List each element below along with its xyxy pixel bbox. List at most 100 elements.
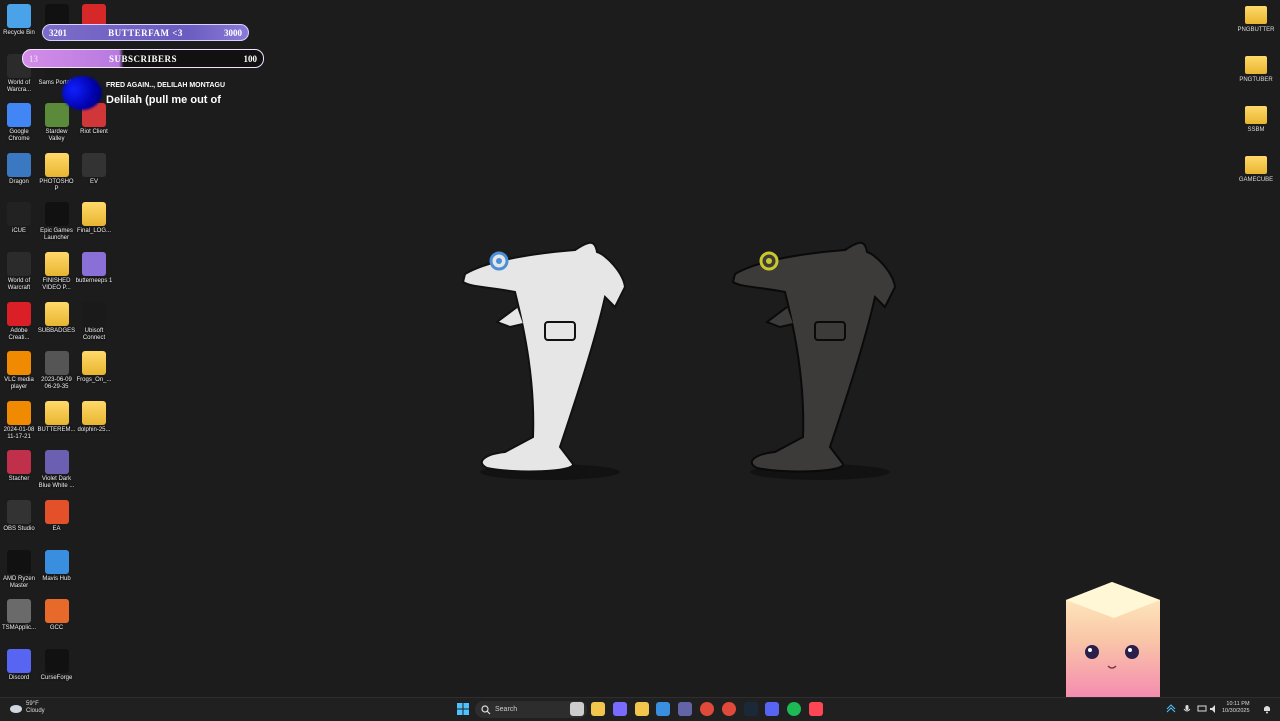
desktop-icon[interactable]: Violet Dark Blue White ... bbox=[38, 450, 76, 490]
chrome-icon[interactable] bbox=[700, 702, 714, 716]
desktop-icon-label: World of Warcraft bbox=[7, 278, 31, 291]
steam-icon[interactable] bbox=[743, 702, 758, 716]
windows-start-icon[interactable] bbox=[456, 702, 470, 716]
desktop-icon[interactable]: AMD Ryzen Master bbox=[0, 549, 38, 590]
desktop-icon[interactable]: Stacher bbox=[0, 450, 38, 483]
file-explorer-icon[interactable] bbox=[591, 702, 605, 716]
search-icon bbox=[481, 704, 491, 714]
desktop-icon[interactable]: Recycle Bin bbox=[0, 4, 38, 37]
desktop-icon[interactable]: TSMApplic... bbox=[0, 599, 38, 632]
desktop-icon[interactable]: 2023-06-09 06-29-35 bbox=[38, 351, 76, 391]
desktop-icon[interactable]: Mavis Hub bbox=[38, 549, 76, 583]
desktop-icon[interactable]: VLC media player bbox=[0, 351, 38, 391]
desktop-icon[interactable]: Epic Games Launcher bbox=[38, 202, 76, 242]
folder-icon[interactable] bbox=[634, 702, 649, 716]
mavis-icon bbox=[44, 549, 69, 574]
wallpaper-dark-figure bbox=[731, 241, 897, 480]
tray-volume-icon[interactable] bbox=[1207, 702, 1221, 716]
desktop-icon-label: Final_LOG... bbox=[76, 228, 111, 235]
discord-icon bbox=[7, 648, 31, 673]
desktop-icon[interactable]: iCUE bbox=[0, 202, 38, 235]
desktop-icon-label: FINISHED VIDEO P... bbox=[42, 278, 71, 291]
teams-icon[interactable] bbox=[678, 702, 693, 716]
chrome-icon[interactable] bbox=[721, 702, 736, 716]
desktop: Recycle Bin World of Warcra... Sams Portab… bbox=[0, 0, 1280, 697]
desktop-icon[interactable]: butterneeps 1 bbox=[75, 252, 113, 285]
desktop-icon-label: Violet Dark Blue White ... bbox=[38, 476, 75, 490]
desktop-icon-label: Dragon bbox=[9, 178, 29, 185]
desktop-icon-label: World of Warcra... bbox=[6, 79, 32, 93]
desktop-icon-label: Google Chrome bbox=[8, 129, 30, 143]
now-playing-title: Delilah (pull me out of bbox=[106, 94, 221, 106]
wow-icon bbox=[7, 252, 31, 276]
goal-label: SUBSCRIBERS bbox=[108, 53, 178, 64]
desktop-icon[interactable]: Discord bbox=[0, 648, 38, 682]
desktop-icon[interactable]: EA bbox=[38, 500, 76, 533]
gear-icon bbox=[7, 599, 31, 624]
goal-bar-followers: 3201 BUTTERFAM <3 3000 bbox=[42, 24, 249, 41]
notification-bell-icon[interactable] bbox=[1260, 702, 1274, 716]
desktop-icon-label: SSBM bbox=[1247, 127, 1265, 133]
ubisoft-icon bbox=[82, 301, 106, 326]
desktop-icon[interactable]: PHOTOSHOP bbox=[38, 152, 76, 193]
ev-icon bbox=[82, 152, 106, 177]
folder-icon bbox=[44, 152, 69, 177]
desktop-icon[interactable]: Final_LOG... bbox=[75, 202, 113, 235]
discord-icon[interactable] bbox=[765, 702, 780, 716]
tray-network-icon[interactable] bbox=[1164, 702, 1178, 716]
chrome-icon bbox=[7, 103, 31, 128]
desktop-icon-label: EA bbox=[52, 526, 61, 532]
obs-icon bbox=[7, 500, 31, 524]
goal-label: BUTTERFAM <3 bbox=[108, 27, 183, 38]
desktop-icon[interactable]: CurseForge bbox=[38, 648, 76, 682]
desktop-icon[interactable]: BUTTEREM... bbox=[37, 400, 76, 434]
weather-temp: 59°F bbox=[26, 701, 39, 707]
curseforge-icon bbox=[44, 648, 69, 673]
clock-date: 10/30/2025 bbox=[1222, 708, 1250, 714]
folder-icon bbox=[44, 400, 69, 425]
desktop-icon-label: PHOTOSHOP bbox=[39, 178, 74, 192]
desktop-icon[interactable]: OBS Studio bbox=[0, 500, 38, 533]
desktop-icon[interactable]: World of Warcraft bbox=[0, 252, 38, 292]
tray-mic-icon[interactable] bbox=[1180, 702, 1194, 716]
desktop-icon[interactable]: SUBBADGES bbox=[37, 301, 76, 335]
desktop-icon[interactable]: dolphin-25... bbox=[75, 400, 113, 434]
store-icon[interactable] bbox=[656, 702, 671, 716]
desktop-icon[interactable]: EV bbox=[75, 152, 113, 186]
desktop-icon-label: iCUE bbox=[11, 228, 26, 235]
copilot-icon[interactable] bbox=[612, 702, 627, 716]
folder-icon bbox=[1245, 106, 1267, 124]
task-view-icon[interactable] bbox=[570, 702, 584, 716]
folder-icon bbox=[44, 252, 69, 276]
weather-condition: Cloudy bbox=[26, 708, 45, 714]
now-playing-widget: FRED AGAIN.., DELILAH MONTAGU Delilah (p… bbox=[62, 76, 242, 110]
now-playing-artist: FRED AGAIN.., DELILAH MONTAGU bbox=[106, 82, 225, 89]
desktop-icon[interactable]: 2024-01-08 11-17-21 bbox=[0, 400, 38, 441]
desktop-icon[interactable]: SSBM bbox=[1236, 106, 1276, 133]
desktop-icon-label: Discord bbox=[8, 674, 30, 681]
folder-icon bbox=[44, 301, 69, 326]
search-label: Search bbox=[495, 706, 518, 713]
desktop-icon-label: SUBBADGES bbox=[37, 327, 76, 334]
desktop-icon-label: Epic Games Launcher bbox=[40, 228, 73, 242]
system-clock[interactable]: 10:11 PM 10/30/2025 bbox=[1222, 701, 1250, 715]
folder-icon bbox=[82, 400, 106, 425]
weather-widget[interactable]: 59°F Cloudy bbox=[10, 701, 45, 715]
desktop-icon-label: BUTTEREM... bbox=[37, 426, 76, 433]
goal-target: 100 bbox=[243, 53, 258, 64]
desktop-icon[interactable]: GCC bbox=[38, 599, 76, 632]
desktop-icon[interactable]: FINISHED VIDEO P... bbox=[38, 252, 76, 292]
clock-time: 10:11 PM bbox=[1226, 701, 1250, 707]
desktop-icon-label: Mavis Hub bbox=[42, 575, 71, 582]
spotify-icon[interactable] bbox=[787, 702, 802, 716]
desktop-icon[interactable]: PNGBUTTER bbox=[1236, 6, 1276, 33]
desktop-icon[interactable]: PNGTUBER bbox=[1236, 56, 1276, 83]
desktop-icon[interactable]: GAMECUBE bbox=[1236, 156, 1276, 183]
desktop-icon[interactable]: Dragon bbox=[0, 152, 38, 186]
desktop-icon[interactable]: Frogs_On_... bbox=[75, 351, 113, 384]
ea-icon bbox=[44, 500, 69, 524]
desktop-icon[interactable]: Google Chrome bbox=[0, 103, 38, 143]
desktop-icon[interactable]: Ubisoft Connect bbox=[75, 301, 113, 342]
desktop-icon[interactable]: Adobe Creati... bbox=[0, 301, 38, 342]
valorant-icon[interactable] bbox=[809, 702, 823, 716]
